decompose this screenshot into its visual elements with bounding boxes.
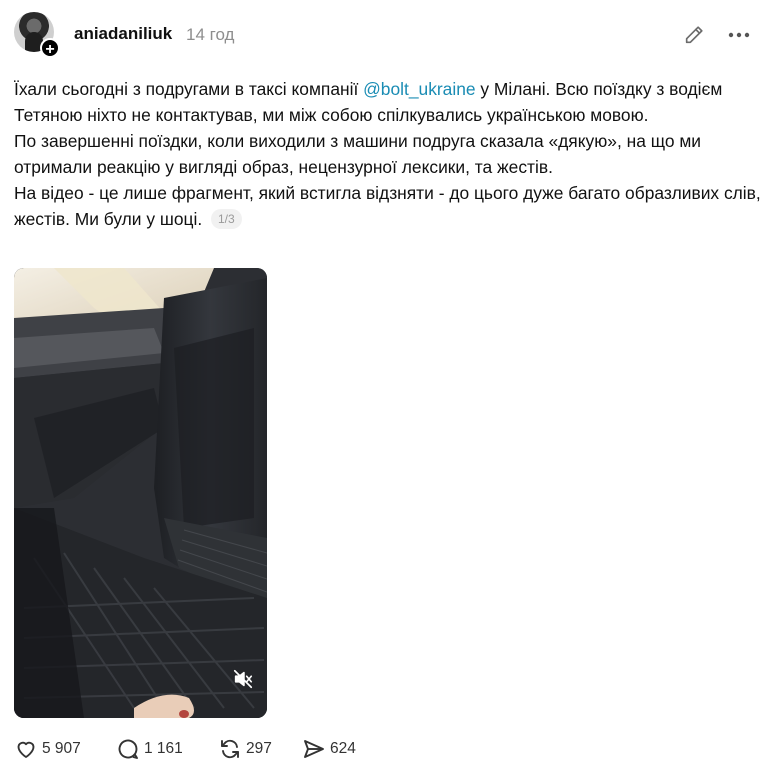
post-body: Їхали сьогодні з подругами в таксі компа… (14, 76, 762, 232)
post-paragraph-1: Їхали сьогодні з подругами в таксі компа… (14, 76, 762, 128)
media-pager: 1/3 (211, 209, 242, 229)
post-timestamp: 14 год (186, 25, 235, 44)
comment-count: 1 161 (144, 740, 183, 757)
follow-plus-icon[interactable]: + (40, 38, 60, 58)
username[interactable]: aniadaniliuk (74, 24, 172, 44)
pencil-icon[interactable] (683, 24, 705, 46)
paper-plane-icon (304, 740, 324, 758)
repost-count: 297 (246, 740, 272, 757)
post-paragraph-3: На відео - це лише фрагмент, який встигл… (14, 180, 762, 232)
like-count: 5 907 (42, 740, 81, 757)
post-paragraph-2: По завершенні поїздки, коли виходили з м… (14, 131, 701, 177)
video-player[interactable] (14, 268, 267, 718)
speaker-muted-icon[interactable] (232, 668, 254, 690)
video-frame (14, 268, 267, 718)
heart-icon (17, 741, 35, 758)
avatar[interactable]: + (14, 12, 60, 58)
share-count: 624 (330, 740, 356, 757)
more-horizontal-icon[interactable] (726, 26, 752, 44)
comment-bubble-icon (118, 739, 138, 759)
mention-link[interactable]: @bolt_ukraine (363, 79, 475, 99)
post-text-part: Їхали сьогодні з подругами в таксі компа… (14, 79, 364, 99)
threads-post: + aniadaniliuk 14 год Їхали сьогодні з п… (0, 0, 772, 768)
post-text-part: На відео - це лише фрагмент, який встигл… (14, 183, 761, 229)
repost-arrows-icon (221, 739, 239, 759)
